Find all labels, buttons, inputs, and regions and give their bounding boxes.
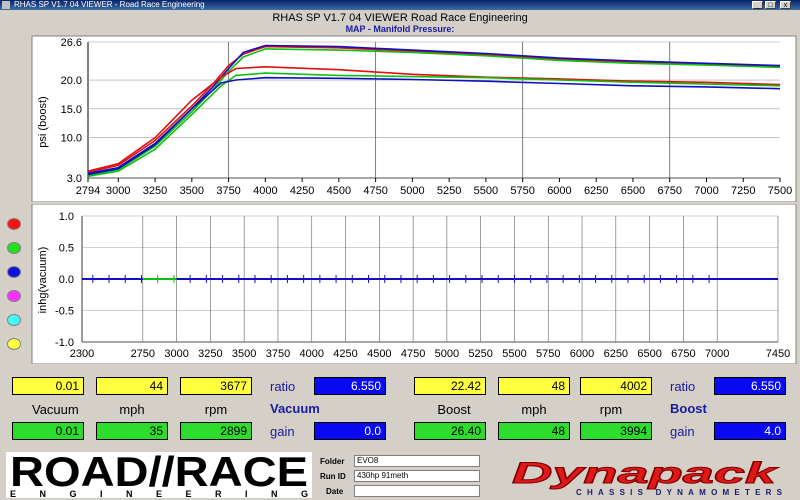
boost-x-tick-label: 3000 <box>106 185 130 197</box>
boost-x-tick-label: 4500 <box>327 185 351 197</box>
boost-x-tick-label: 5500 <box>474 185 498 197</box>
folder-label: Folder <box>320 457 345 466</box>
boost-x-tick-label: 6250 <box>584 185 608 197</box>
vacuum-gain-field[interactable]: 0.0 <box>314 422 386 440</box>
vacuum-gain-label: gain <box>270 424 295 439</box>
vacuum-y-axis-label: inhg(vacuum) <box>37 247 49 314</box>
boost-gain-label: gain <box>670 424 695 439</box>
vacuum-y-tick-label: 0.5 <box>59 243 74 255</box>
boost-y-tick-label: 20.0 <box>61 75 82 87</box>
vacuum-x-tick-label: 6250 <box>604 348 628 360</box>
vacuum-ratio-label: ratio <box>270 379 296 394</box>
vacuum-x-tick-label: 4750 <box>401 348 425 360</box>
boost-peak-rpm: 3994 <box>580 422 652 440</box>
boost-x-tick-label: 7000 <box>694 185 718 197</box>
vacuum-live-rpm: 3677 <box>180 377 252 395</box>
boost-chart-background <box>31 35 797 202</box>
vacuum-ratio-field[interactable]: 6.550 <box>314 377 386 395</box>
vacuum-peak-rpm: 2899 <box>180 422 252 440</box>
road-race-logo: ROAD//RACE ENGINEERING <box>6 452 312 498</box>
boost-x-tick-label: 7250 <box>731 185 755 197</box>
vacuum-x-tick-label: 6000 <box>570 348 594 360</box>
boost-gain-field[interactable]: 4.0 <box>714 422 786 440</box>
vacuum-rpm-label: rpm <box>204 402 228 417</box>
date-field <box>354 485 480 497</box>
vacuum-peak-mph: 35 <box>96 422 168 440</box>
vacuum-x-tick-label: 4000 <box>300 348 324 360</box>
vacuum-peak-value: 0.01 <box>12 422 84 440</box>
vacuum-y-tick-label: 1.0 <box>59 211 74 223</box>
vacuum-live-mph: 44 <box>96 377 168 395</box>
vacuum-y-tick-label: -0.5 <box>55 306 74 318</box>
vacuum-x-tick-label: 6500 <box>637 348 661 360</box>
vacuum-x-tick-label: 3250 <box>198 348 222 360</box>
boost-x-tick-label: 6750 <box>657 185 681 197</box>
dynapack-logo: Dynapack CHASSIS DYNAMOMETERS <box>512 457 783 498</box>
folder-field: EVO8 <box>354 455 480 467</box>
window-title-bar: RHAS SP V1.7 04 VIEWER - Road Race Engin… <box>0 0 800 10</box>
vacuum-chart-background <box>31 204 797 364</box>
vacuum-x-tick-label: 5000 <box>435 348 459 360</box>
boost-y-axis-label: psi (boost) <box>37 96 49 147</box>
close-button[interactable]: x <box>780 1 791 9</box>
boost-x-tick-label: 4750 <box>363 185 387 197</box>
vacuum-x-tick-label: 3750 <box>266 348 290 360</box>
app-icon <box>2 1 10 9</box>
boost-x-tick-label: 6500 <box>621 185 645 197</box>
boost-ratio-field[interactable]: 6.550 <box>714 377 786 395</box>
boost-y-tick-label: 10.0 <box>61 133 82 145</box>
vacuum-x-tick-label: 2300 <box>70 348 94 360</box>
window-title: RHAS SP V1.7 04 VIEWER - Road Race Engin… <box>14 0 205 9</box>
run-id-field: 430hp 91meth <box>354 470 480 482</box>
boost-x-tick-label: 4000 <box>253 185 277 197</box>
vacuum-mph-label: mph <box>119 402 145 417</box>
vacuum-live-value: 0.01 <box>12 377 84 395</box>
boost-heading: Boost <box>670 401 707 416</box>
boost-x-tick-label: 3250 <box>143 185 167 197</box>
vacuum-x-tick-label: 5750 <box>536 348 560 360</box>
boost-x-tick-label: 5750 <box>510 185 534 197</box>
vacuum-x-tick-label: 3500 <box>232 348 256 360</box>
boost-live-value: 22.42 <box>414 377 486 395</box>
vacuum-x-tick-label: 3000 <box>164 348 188 360</box>
boost-peak-mph: 48 <box>498 422 570 440</box>
date-label: Date <box>326 487 344 496</box>
vacuum-chart: inhg(vacuum) 1.00.50.0-0.5-1.02300 2750 30… <box>31 204 797 364</box>
boost-live-rpm: 4002 <box>580 377 652 395</box>
vacuum-x-tick-label: 5500 <box>502 348 526 360</box>
maximize-button[interactable]: □ <box>765 1 776 9</box>
boost-ratio-label: ratio <box>670 379 696 394</box>
viewer-title: RHAS SP V1.7 04 VIEWER Road Race Enginee… <box>272 12 528 24</box>
boost-x-tick-label: 4250 <box>290 185 314 197</box>
boost-x-tick-label: 7500 <box>768 185 792 197</box>
vacuum-x-tick-label: 6750 <box>671 348 695 360</box>
boost-x-tick-label: 5250 <box>437 185 461 197</box>
boost-y-tick-label: 26.6 <box>61 37 82 49</box>
boost-peak-value: 26.40 <box>414 422 486 440</box>
boost-y-tick-label: 15.0 <box>61 104 82 116</box>
vacuum-x-tick-label: 4500 <box>367 348 391 360</box>
dynapack-logo-text: Dynapack <box>512 457 778 490</box>
boost-rpm-label: rpm <box>599 402 623 417</box>
vacuum-x-tick-label: 5250 <box>468 348 492 360</box>
boost-live-mph: 48 <box>498 377 570 395</box>
boost-label: Boost <box>437 402 471 417</box>
boost-x-tick-label: 3500 <box>180 185 204 197</box>
run-id-label: Run ID <box>320 472 346 481</box>
minimize-button[interactable]: _ <box>752 1 763 9</box>
boost-x-tick-label: 3750 <box>216 185 240 197</box>
vacuum-y-tick-label: 0.0 <box>59 274 74 286</box>
vacuum-x-tick-label: 2750 <box>131 348 155 360</box>
vacuum-x-tick-label: 4250 <box>333 348 357 360</box>
boost-chart: psi (boost) 26.6 20.0 15.0 10.0 3.02794 3000 3… <box>31 35 797 202</box>
boost-mph-label: mph <box>521 402 547 417</box>
vacuum-x-tick-label: 7450 <box>766 348 790 360</box>
boost-x-tick-label: 2794 <box>76 185 100 197</box>
boost-x-tick-label: 5000 <box>400 185 424 197</box>
boost-y-tick-label: 3.0 <box>67 173 82 185</box>
vacuum-x-tick-label: 7000 <box>705 348 729 360</box>
vacuum-heading: Vacuum <box>270 401 320 416</box>
boost-x-tick-label: 6000 <box>547 185 571 197</box>
